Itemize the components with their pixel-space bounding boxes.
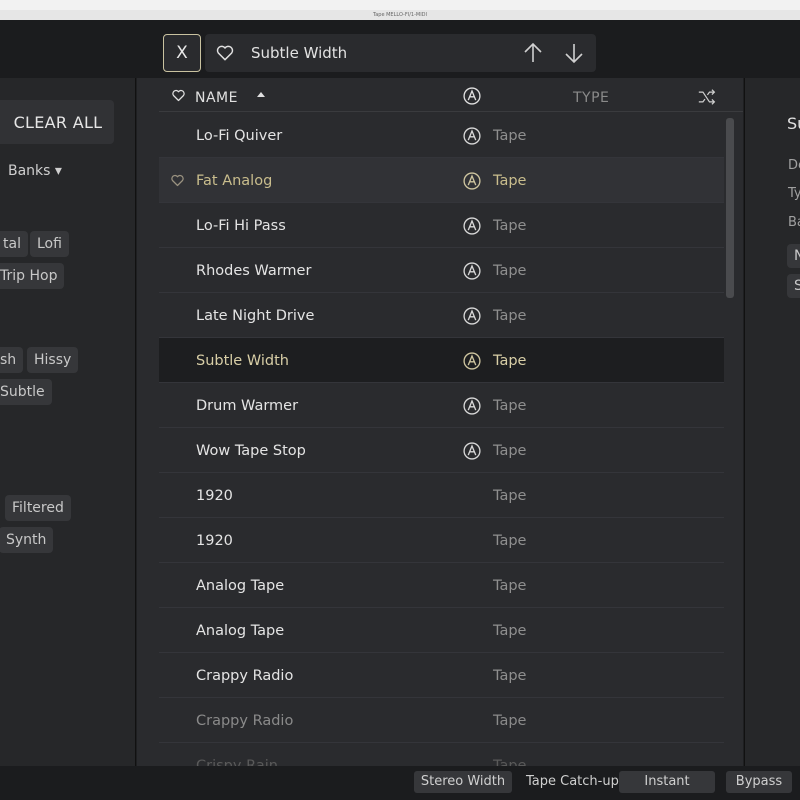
- preset-row[interactable]: Subtle Width Tape: [159, 338, 724, 383]
- tape-catchup-label: Tape Catch-up: [526, 774, 619, 789]
- type-label: Ty: [788, 186, 800, 201]
- arrow-down-icon[interactable]: [562, 41, 586, 65]
- tag-chip[interactable]: S: [787, 274, 800, 298]
- plugin-window: Tape MELLO-FI/1-MIDI X Subtle Width CLEA…: [0, 10, 800, 800]
- preset-row[interactable]: Wow Tape Stop Tape: [159, 428, 724, 473]
- preset-rows: Lo-Fi Quiver Tape Fat Analog Tape Lo-Fi Hi P…: [159, 113, 724, 766]
- preset-row-type: Tape: [493, 488, 527, 504]
- shuffle-icon[interactable]: [697, 88, 717, 106]
- preset-row-type: Tape: [493, 218, 527, 234]
- bank-label: Ba: [788, 215, 800, 230]
- factory-preset-icon: [463, 307, 481, 325]
- preset-row-type: Tape: [493, 353, 527, 369]
- preset-row[interactable]: Rhodes Warmer Tape: [159, 248, 724, 293]
- preset-row[interactable]: Lo-Fi Quiver Tape: [159, 113, 724, 158]
- preset-list: NAME TYPE Lo-Fi Quiver Tape Fat Analog Tape…: [137, 78, 743, 766]
- preset-row-name: Subtle Width: [196, 353, 289, 369]
- preset-row-name: Crappy Radio: [196, 668, 294, 684]
- preset-row-type: Tape: [493, 758, 527, 766]
- factory-preset-icon: [463, 217, 481, 235]
- factory-preset-icon: [463, 127, 481, 145]
- preset-row-name: Drum Warmer: [196, 398, 299, 414]
- preset-row-type: Tape: [493, 533, 527, 549]
- filter-chip-filtered[interactable]: Filtered: [5, 495, 71, 521]
- preset-row-name: Rhodes Warmer: [196, 263, 312, 279]
- factory-preset-icon: [463, 172, 481, 190]
- preset-row[interactable]: Crappy Radio Tape: [159, 653, 724, 698]
- bypass-button[interactable]: Bypass: [726, 771, 792, 793]
- preset-row-name: Wow Tape Stop: [196, 443, 306, 459]
- preset-row-type: Tape: [493, 713, 527, 729]
- factory-preset-icon: [463, 397, 481, 415]
- close-browser-button[interactable]: X: [163, 34, 201, 72]
- preset-row-type: Tape: [493, 443, 527, 459]
- clear-all-button[interactable]: CLEAR ALL: [0, 100, 114, 144]
- preset-row-name: Crappy Radio: [196, 713, 294, 729]
- preset-row[interactable]: Fat Analog Tape: [159, 158, 724, 203]
- current-preset-name: Subtle Width: [251, 44, 348, 62]
- filter-chip-hissy[interactable]: Hissy: [27, 347, 79, 373]
- preset-row-name: Analog Tape: [196, 578, 285, 594]
- filter-chip-subtle[interactable]: Subtle: [0, 379, 52, 405]
- stereo-width-button[interactable]: Stereo Width: [414, 771, 512, 793]
- preset-row-type: Tape: [493, 668, 527, 684]
- arrow-up-icon[interactable]: [521, 41, 545, 65]
- preset-selector[interactable]: Subtle Width: [205, 34, 596, 72]
- preset-details-title: Su: [787, 114, 800, 133]
- banks-dropdown[interactable]: Banks ▾: [8, 163, 62, 179]
- list-header: NAME TYPE: [159, 78, 743, 112]
- filter-chip-synth[interactable]: Synth: [0, 527, 54, 553]
- preset-row-name: Crispy Rain: [196, 758, 278, 766]
- factory-filter-icon[interactable]: [462, 86, 482, 106]
- list-scrollbar[interactable]: [726, 118, 734, 298]
- preset-row[interactable]: Crappy Radio Tape: [159, 698, 724, 743]
- preset-row-name: Analog Tape: [196, 623, 285, 639]
- filter-chip[interactable]: sh: [0, 347, 24, 373]
- tag-chip[interactable]: N: [787, 244, 800, 268]
- preset-row-name: 1920: [196, 533, 233, 549]
- name-column-header[interactable]: NAME: [195, 90, 238, 106]
- preset-row-type: Tape: [493, 398, 527, 414]
- preset-row[interactable]: Analog Tape Tape: [159, 563, 724, 608]
- factory-preset-icon: [463, 442, 481, 460]
- preset-row[interactable]: Late Night Drive Tape: [159, 293, 724, 338]
- type-column-header[interactable]: TYPE: [573, 90, 609, 106]
- filter-chip[interactable]: tal: [0, 231, 28, 257]
- favorite-heart-icon[interactable]: [170, 173, 185, 188]
- sort-ascending-icon[interactable]: [257, 92, 265, 97]
- preset-row-type: Tape: [493, 623, 527, 639]
- preset-row[interactable]: Crispy Rain Tape: [159, 743, 724, 766]
- preset-row-name: Fat Analog: [196, 173, 273, 189]
- factory-preset-icon: [463, 352, 481, 370]
- bottom-bar: Stereo Width Tape Catch-up Instant Bypas…: [0, 766, 800, 800]
- preset-details-panel: Su De Ty Ba N S: [744, 78, 800, 766]
- preset-row[interactable]: 1920 Tape: [159, 473, 724, 518]
- preset-row-name: Late Night Drive: [196, 308, 315, 324]
- preset-row-name: Lo-Fi Hi Pass: [196, 218, 286, 234]
- window-title: Tape MELLO-FI/1-MIDI: [0, 10, 800, 20]
- preset-row-type: Tape: [493, 173, 527, 189]
- filter-panel: CLEAR ALL Banks ▾ tal Lofi Trip Hop sh H…: [0, 78, 136, 766]
- top-bar: X Subtle Width: [0, 20, 800, 78]
- preset-row[interactable]: Drum Warmer Tape: [159, 383, 724, 428]
- preset-row[interactable]: 1920 Tape: [159, 518, 724, 563]
- preset-row-type: Tape: [493, 263, 527, 279]
- preset-row[interactable]: Lo-Fi Hi Pass Tape: [159, 203, 724, 248]
- preset-row-type: Tape: [493, 308, 527, 324]
- preset-row-name: Lo-Fi Quiver: [196, 128, 283, 144]
- factory-preset-icon: [463, 262, 481, 280]
- filter-chip-trip-hop[interactable]: Trip Hop: [0, 263, 65, 289]
- preset-row-type: Tape: [493, 578, 527, 594]
- preset-row[interactable]: Analog Tape Tape: [159, 608, 724, 653]
- designer-label: De: [788, 158, 800, 173]
- heart-filter-icon[interactable]: [171, 88, 186, 103]
- preset-row-name: 1920: [196, 488, 233, 504]
- heart-icon[interactable]: [215, 43, 235, 63]
- instant-selector[interactable]: Instant: [619, 771, 715, 793]
- preset-row-type: Tape: [493, 128, 527, 144]
- filter-chip-lofi[interactable]: Lofi: [30, 231, 69, 257]
